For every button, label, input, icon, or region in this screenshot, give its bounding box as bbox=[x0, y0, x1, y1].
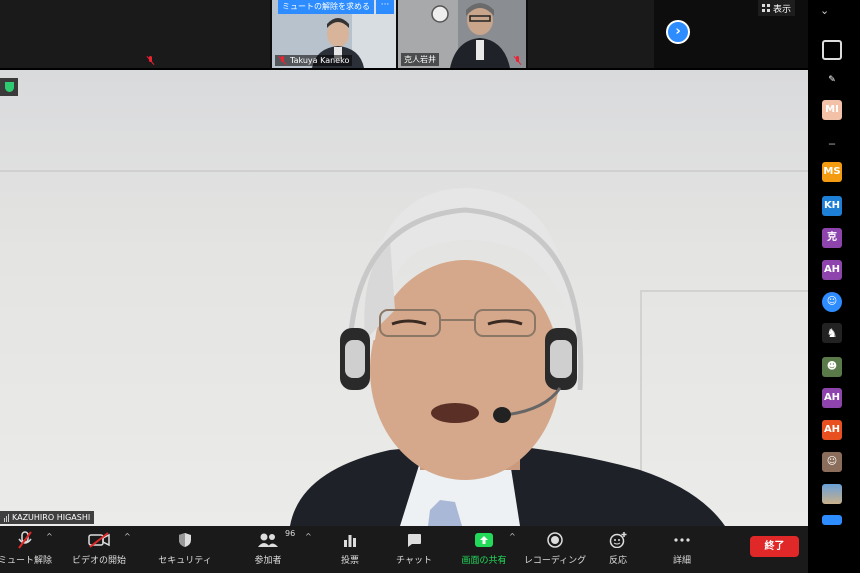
meeting-toolbar: ミュート解除 ^ ビデオの開始 ^ セキュリティ 96 参加者 ^ 投票 チャッ… bbox=[0, 526, 808, 573]
mic-off-icon bbox=[513, 56, 522, 65]
sidebar-tile-ah-3[interactable]: AH bbox=[822, 420, 842, 440]
encryption-shield-icon[interactable] bbox=[0, 78, 18, 96]
next-page-button[interactable]: › bbox=[666, 20, 690, 44]
tile-initials: AH bbox=[823, 424, 841, 435]
ask-to-unmute-button[interactable]: ミュートの解除を求める bbox=[278, 0, 374, 14]
more-label: 詳細 bbox=[672, 556, 691, 566]
person-icon: ☺ bbox=[826, 456, 838, 467]
reactions-label: 反応 bbox=[608, 556, 627, 566]
speaker-name-tag: KAZUHIRO HIGASHI bbox=[0, 511, 95, 524]
tile-initials: 克 bbox=[827, 232, 837, 243]
participants-button[interactable]: 96 参加者 bbox=[246, 529, 295, 570]
participants-icon: 96 bbox=[257, 529, 295, 550]
sidebar-tile-avatar-photo[interactable]: ☺ bbox=[822, 452, 842, 472]
share-screen-label: 画面の共有 bbox=[461, 556, 507, 566]
participants-options-caret[interactable]: ^ bbox=[305, 532, 312, 541]
sidebar-tile-ah-1[interactable]: AH bbox=[822, 260, 842, 280]
chevron-down-icon[interactable]: ⌄ bbox=[820, 4, 829, 17]
start-video-label: ビデオの開始 bbox=[71, 556, 126, 566]
sidebar-tile-partial[interactable] bbox=[822, 515, 842, 525]
speaker-figure bbox=[290, 188, 725, 526]
tile-initials: AH bbox=[823, 392, 841, 403]
poll-label: 投票 bbox=[340, 556, 359, 566]
smiley-icon: ☺ bbox=[826, 296, 838, 307]
record-icon bbox=[547, 530, 563, 550]
reaction-icon bbox=[609, 530, 627, 550]
sidebar-tile-ah-2[interactable]: AH bbox=[822, 388, 842, 408]
tile-initials: KH bbox=[823, 200, 841, 211]
sidebar-tile-mi[interactable]: MI bbox=[822, 100, 842, 120]
start-video-button[interactable]: ビデオの開始 bbox=[70, 530, 128, 570]
record-label: レコーディング bbox=[523, 556, 587, 566]
participants-label: 参加者 bbox=[254, 556, 282, 566]
thumbnail-muted-participant[interactable] bbox=[142, 0, 270, 68]
thumbnail-empty-left bbox=[0, 0, 142, 68]
grid-view-icon bbox=[762, 4, 770, 12]
view-label: 表示 bbox=[773, 4, 792, 15]
speaker-name: KAZUHIRO HIGASHI bbox=[12, 513, 91, 522]
record-button[interactable]: レコーディング bbox=[523, 530, 587, 570]
reactions-button[interactable]: 反応 bbox=[600, 530, 636, 570]
more-icon bbox=[674, 530, 690, 550]
participant-count: 96 bbox=[285, 529, 296, 538]
sidebar-tile-avatar-landscape[interactable] bbox=[822, 484, 842, 504]
mic-off-icon bbox=[146, 56, 155, 65]
chat-label: チャット bbox=[396, 556, 432, 566]
signal-bars-icon bbox=[4, 513, 9, 522]
participant-name-tag: Takuya Kaneko bbox=[275, 55, 353, 66]
chat-icon bbox=[406, 530, 422, 550]
chevron-right-icon: › bbox=[675, 24, 681, 39]
tile-initials: AH bbox=[823, 264, 841, 275]
more-options-button[interactable]: ··· bbox=[376, 0, 394, 14]
tile-initials: MS bbox=[823, 166, 841, 177]
end-meeting-button[interactable]: 終了 bbox=[750, 536, 799, 557]
sidebar-tile-1[interactable] bbox=[822, 40, 842, 60]
chat-button[interactable]: チャット bbox=[392, 530, 436, 570]
mic-off-icon bbox=[278, 56, 287, 65]
video-off-icon bbox=[88, 530, 110, 550]
unmute-button[interactable]: ミュート解除 bbox=[0, 530, 53, 570]
sidebar-tile-katsu[interactable]: 克 bbox=[822, 228, 842, 248]
video-options-caret[interactable]: ^ bbox=[124, 532, 131, 541]
view-button[interactable]: 表示 bbox=[758, 0, 796, 16]
sidebar-tile-4[interactable]: — bbox=[822, 134, 842, 154]
participant-name-tag: 克人岩井 bbox=[401, 53, 439, 66]
sidebar-tile-kh[interactable]: KH bbox=[822, 196, 842, 216]
share-screen-button[interactable]: 画面の共有 bbox=[456, 530, 512, 570]
security-label: セキュリティ bbox=[158, 556, 212, 566]
sidebar-tile-2[interactable]: ✎ bbox=[822, 70, 842, 90]
shield-icon bbox=[178, 530, 192, 550]
participant-name: Takuya Kaneko bbox=[290, 56, 350, 65]
tile-initials: MI bbox=[822, 100, 842, 120]
security-button[interactable]: セキュリティ bbox=[158, 530, 212, 570]
more-button[interactable]: 詳細 bbox=[662, 530, 702, 570]
thumbnail-katsuhito-iwai[interactable]: 克人岩井 bbox=[398, 0, 526, 68]
poll-icon bbox=[343, 530, 357, 550]
share-screen-icon bbox=[474, 530, 494, 550]
unmute-label: ミュート解除 bbox=[0, 556, 53, 566]
audio-options-caret[interactable]: ^ bbox=[46, 532, 53, 541]
sidebar-tile-ms[interactable]: MS bbox=[822, 162, 842, 182]
mic-off-icon bbox=[17, 530, 33, 550]
active-speaker-video: KAZUHIRO HIGASHI bbox=[0, 70, 808, 526]
face-icon: ☻ bbox=[826, 361, 838, 372]
share-options-caret[interactable]: ^ bbox=[509, 532, 516, 541]
sidebar-tile-avatar-blue[interactable]: ☺ bbox=[822, 292, 842, 312]
sidebar-tile-avatar-dark[interactable]: ♞ bbox=[822, 323, 842, 343]
thumbnail-empty-right bbox=[528, 0, 654, 68]
poll-button[interactable]: 投票 bbox=[330, 530, 370, 570]
figure-icon: ♞ bbox=[826, 326, 838, 340]
participant-name: 克人岩井 bbox=[404, 55, 436, 64]
sidebar-tile-avatar-green[interactable]: ☻ bbox=[822, 357, 842, 377]
